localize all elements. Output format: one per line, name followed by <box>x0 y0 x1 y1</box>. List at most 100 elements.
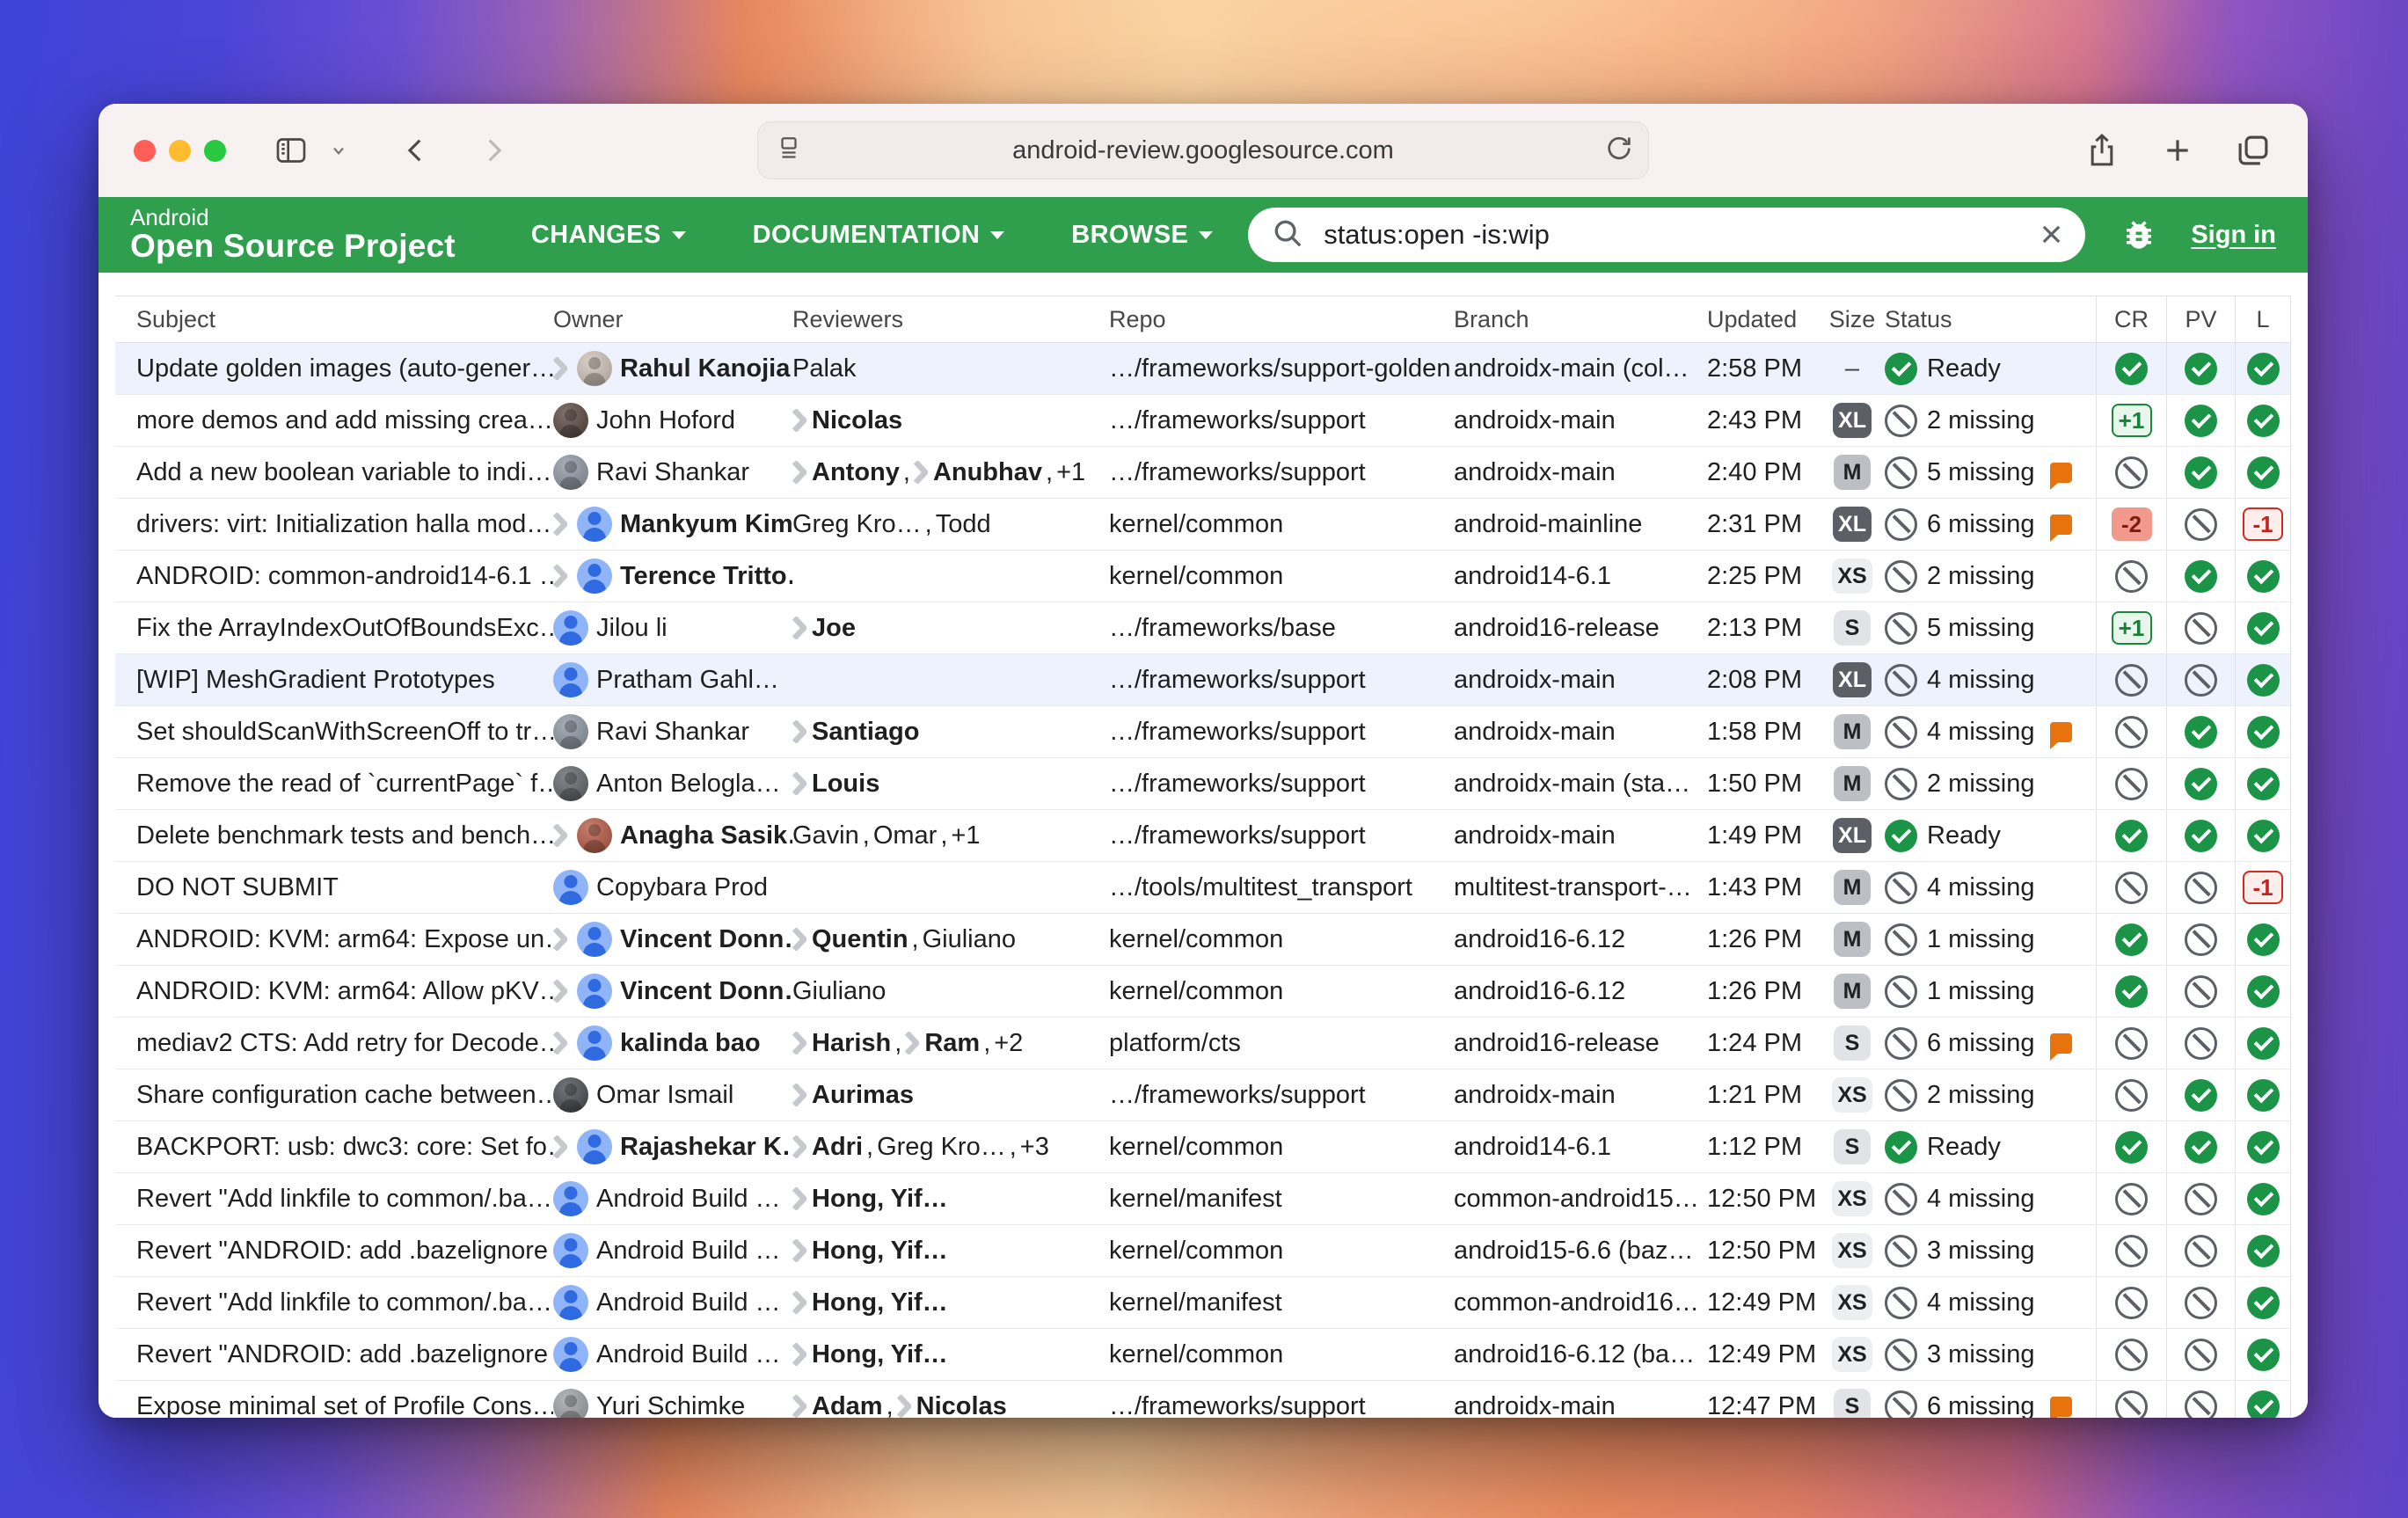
change-subject[interactable]: Update golden images (auto-gener… <box>115 343 553 394</box>
reviewer-name[interactable]: Hong, Yif… <box>812 1288 948 1317</box>
table-row[interactable]: [WIP] MeshGradient Prototypes Pratham Ga… <box>115 654 2291 706</box>
change-branch[interactable]: android15-6.6 (baz… <box>1454 1225 1707 1276</box>
change-owner[interactable]: Android Build … <box>553 1329 792 1380</box>
table-row[interactable]: drivers: virt: Initialization halla mod…… <box>115 499 2291 551</box>
table-row[interactable]: Revert "ANDROID: add .bazelignore … Andr… <box>115 1225 2291 1277</box>
owner-name[interactable]: Pratham Gahl… <box>596 666 779 695</box>
owner-name[interactable]: Android Build … <box>596 1340 781 1369</box>
change-branch[interactable]: android16-6.12 <box>1454 966 1707 1017</box>
change-reviewers[interactable]: Antony, Anubhav, +1 <box>792 447 1109 498</box>
reviewer-name[interactable]: Hong, Yif… <box>812 1185 948 1214</box>
change-subject[interactable]: more demos and add missing crea… <box>115 395 553 446</box>
change-repo[interactable]: platform/cts <box>1109 1018 1454 1069</box>
table-row[interactable]: Revert "Add linkfile to common/.ba… Andr… <box>115 1277 2291 1329</box>
change-repo[interactable]: …/frameworks/base <box>1109 602 1454 653</box>
change-repo[interactable]: …/frameworks/support <box>1109 758 1454 809</box>
change-owner[interactable]: Terence Tritto… <box>553 551 792 602</box>
change-owner[interactable]: Mankyum Kim <box>553 499 792 550</box>
reviewer-name[interactable]: Hong, Yif… <box>812 1340 948 1369</box>
change-owner[interactable]: Anton Belogla… <box>553 758 792 809</box>
reviewer-name[interactable]: Antony <box>812 458 900 487</box>
change-branch[interactable]: android-mainline <box>1454 499 1707 550</box>
change-repo[interactable]: …/frameworks/support <box>1109 1381 1454 1418</box>
change-branch[interactable]: androidx-main (sta… <box>1454 758 1707 809</box>
back-button[interactable] <box>397 131 435 170</box>
change-reviewers[interactable] <box>792 551 1109 602</box>
table-row[interactable]: Revert "ANDROID: add .bazelignore … Andr… <box>115 1329 2291 1381</box>
change-subject[interactable]: Revert "Add linkfile to common/.ba… <box>115 1277 553 1328</box>
change-owner[interactable]: Ravi Shankar <box>553 447 792 498</box>
owner-name[interactable]: Vincent Donn… <box>620 977 792 1006</box>
search-input[interactable]: status:open -is:wip <box>1324 219 2040 251</box>
change-reviewers[interactable]: Gavin, Omar, +1 <box>792 810 1109 861</box>
owner-name[interactable]: Ravi Shankar <box>596 718 749 747</box>
change-repo[interactable]: kernel/common <box>1109 914 1454 965</box>
change-subject[interactable]: DO NOT SUBMIT <box>115 862 553 913</box>
reviewer-name[interactable]: +2 <box>994 1029 1023 1058</box>
change-reviewers[interactable]: Hong, Yif… <box>792 1277 1109 1328</box>
change-branch[interactable]: android16-release <box>1454 1018 1707 1069</box>
owner-name[interactable]: Android Build … <box>596 1288 781 1317</box>
change-subject[interactable]: drivers: virt: Initialization halla mod… <box>115 499 553 550</box>
owner-name[interactable]: Anagha Sasik… <box>620 821 792 850</box>
change-branch[interactable]: androidx-main <box>1454 447 1707 498</box>
change-reviewers[interactable]: Hong, Yif… <box>792 1173 1109 1224</box>
reviewer-name[interactable]: Palak <box>792 354 857 383</box>
table-row[interactable]: Expose minimal set of Profile Cons… Yuri… <box>115 1381 2291 1418</box>
table-row[interactable]: Remove the read of `currentPage` f… Anto… <box>115 758 2291 810</box>
reviewer-name[interactable]: Ram <box>924 1029 980 1058</box>
change-branch[interactable]: android16-6.12 (ba… <box>1454 1329 1707 1380</box>
reviewer-name[interactable]: Anubhav <box>933 458 1042 487</box>
owner-name[interactable]: Copybara Prod <box>596 873 768 902</box>
change-repo[interactable]: …/frameworks/support <box>1109 810 1454 861</box>
aosp-logo[interactable]: Android Open Source Project <box>130 206 456 264</box>
change-repo[interactable]: kernel/common <box>1109 966 1454 1017</box>
change-branch[interactable]: android16-release <box>1454 602 1707 653</box>
change-reviewers[interactable]: Nicolas <box>792 395 1109 446</box>
reviewer-name[interactable]: Joe <box>812 614 856 643</box>
owner-name[interactable]: Yuri Schimke <box>596 1392 745 1419</box>
change-owner[interactable]: Copybara Prod <box>553 862 792 913</box>
zoom-window-button[interactable] <box>204 140 226 162</box>
change-subject[interactable]: Revert "ANDROID: add .bazelignore … <box>115 1329 553 1380</box>
change-subject[interactable]: ANDROID: KVM: arm64: Expose un… <box>115 914 553 965</box>
sidebar-chevron-down-icon[interactable] <box>319 131 358 170</box>
change-reviewers[interactable]: Joe <box>792 602 1109 653</box>
reviewer-name[interactable]: +1 <box>1056 458 1085 487</box>
change-subject[interactable]: Expose minimal set of Profile Cons… <box>115 1381 553 1418</box>
sign-in-link[interactable]: Sign in <box>2191 221 2276 250</box>
reviewer-name[interactable]: Harish <box>812 1029 891 1058</box>
table-row[interactable]: more demos and add missing crea… John Ho… <box>115 395 2291 447</box>
owner-name[interactable]: Mankyum Kim <box>620 510 792 539</box>
reviewer-name[interactable]: Adri <box>812 1133 863 1162</box>
table-row[interactable]: BACKPORT: usb: dwc3: core: Set fo… Rajas… <box>115 1121 2291 1173</box>
reviewer-name[interactable]: Nicolas <box>812 406 902 435</box>
report-bug-icon[interactable] <box>2120 216 2157 253</box>
url-text[interactable]: android-review.googlesource.com <box>1012 136 1394 165</box>
change-branch[interactable]: androidx-main <box>1454 1381 1707 1418</box>
page-format-icon[interactable] <box>776 134 802 168</box>
change-subject[interactable]: [WIP] MeshGradient Prototypes <box>115 654 553 705</box>
reviewer-name[interactable]: Adam <box>812 1392 883 1419</box>
search-bar[interactable]: status:open -is:wip × <box>1248 208 2085 262</box>
owner-name[interactable]: kalinda bao <box>620 1029 761 1058</box>
change-reviewers[interactable]: Harish, Ram, +2 <box>792 1018 1109 1069</box>
change-branch[interactable]: androidx-main <box>1454 654 1707 705</box>
change-repo[interactable]: …/frameworks/support <box>1109 654 1454 705</box>
reviewer-name[interactable]: Giuliano <box>792 977 886 1006</box>
change-reviewers[interactable]: Adam, Nicolas <box>792 1381 1109 1418</box>
menu-changes[interactable]: CHANGES <box>531 221 686 250</box>
change-branch[interactable]: androidx-main <box>1454 810 1707 861</box>
change-reviewers[interactable]: Hong, Yif… <box>792 1225 1109 1276</box>
table-row[interactable]: DO NOT SUBMIT Copybara Prod …/tools/mult… <box>115 862 2291 914</box>
table-row[interactable]: Fix the ArrayIndexOutOfBoundsExc… Jilou … <box>115 602 2291 654</box>
change-reviewers[interactable]: Giuliano <box>792 966 1109 1017</box>
owner-name[interactable]: Omar Ismail <box>596 1081 733 1110</box>
change-reviewers[interactable]: Palak <box>792 343 1109 394</box>
change-branch[interactable]: androidx-main <box>1454 1069 1707 1120</box>
owner-name[interactable]: Terence Tritto… <box>620 562 792 591</box>
change-owner[interactable]: Vincent Donn… <box>553 966 792 1017</box>
menu-documentation[interactable]: DOCUMENTATION <box>753 221 1005 250</box>
change-owner[interactable]: Pratham Gahl… <box>553 654 792 705</box>
change-repo[interactable]: kernel/manifest <box>1109 1277 1454 1328</box>
